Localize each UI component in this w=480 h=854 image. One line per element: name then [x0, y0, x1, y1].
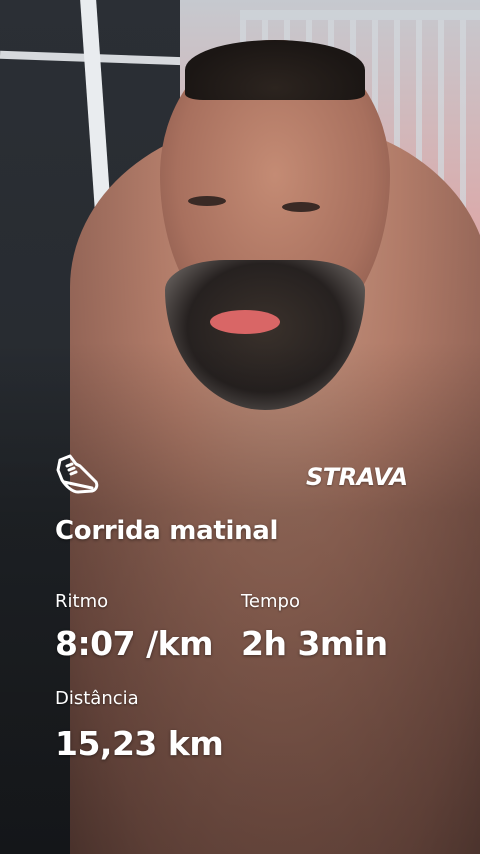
- time-label: Tempo: [241, 591, 300, 612]
- strava-logo: STRAVA: [306, 463, 408, 491]
- time-value: 2h 3min: [241, 624, 388, 663]
- activity-overlay: STRAVA Corrida matinal Ritmo 8:07 /km Te…: [0, 0, 480, 854]
- pace-value: 8:07 /km: [55, 624, 213, 663]
- distance-value: 15,23 km: [55, 724, 224, 763]
- distance-label: Distância: [55, 688, 139, 709]
- running-shoe-icon: [56, 454, 99, 494]
- pace-label: Ritmo: [55, 591, 109, 612]
- activity-title: Corrida matinal: [55, 516, 279, 546]
